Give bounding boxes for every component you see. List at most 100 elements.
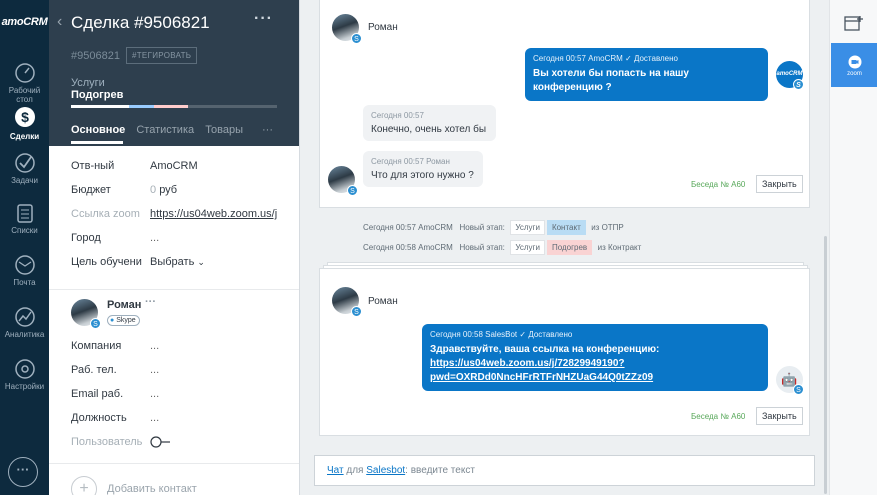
- add-contact-link[interactable]: Добавить контакт: [107, 483, 197, 495]
- zoom-link[interactable]: pwd=OXRDd0NncHFrRTFrNHZUaG44Q0tZZz09: [430, 372, 653, 383]
- mail-icon: [14, 255, 35, 275]
- field-responsible: Отв-ный AmoCRM: [71, 160, 281, 176]
- close-conversation-button[interactable]: Закрыть: [756, 407, 803, 425]
- incoming-message: Сегодня 00:57 Конечно, очень хотел бы: [363, 105, 496, 141]
- avatar[interactable]: S: [71, 299, 101, 329]
- tasks-icon: [14, 153, 35, 173]
- stage-progress-bar: [71, 105, 277, 108]
- outgoing-message: Сегодня 00:58 SalesBot ✓ Доставлено Здра…: [422, 324, 768, 391]
- nav-analytics[interactable]: Аналитика: [0, 306, 49, 358]
- tab-statistics[interactable]: Статистика: [136, 124, 194, 136]
- nav-deals[interactable]: $ Сделки: [0, 98, 49, 150]
- field-label: Город: [71, 232, 101, 244]
- user-toggle[interactable]: [150, 436, 278, 451]
- chat-username: Роман: [368, 296, 398, 307]
- field-value[interactable]: ...: [150, 232, 278, 244]
- add-contact-icon[interactable]: +: [71, 476, 97, 495]
- field-value[interactable]: ...: [150, 388, 278, 400]
- event-from: из ОТПР: [591, 223, 624, 232]
- nav-settings[interactable]: Настройки: [0, 358, 49, 410]
- divider: [49, 463, 299, 464]
- field-company: Компания ...: [71, 340, 281, 356]
- conversation-number[interactable]: Беседа № А60: [691, 180, 745, 189]
- lists-icon: [16, 204, 33, 223]
- contact-menu-icon[interactable]: ···: [145, 296, 156, 308]
- nav-mail[interactable]: Почта: [0, 254, 49, 306]
- field-label: Раб. тел.: [71, 364, 117, 376]
- stage-segment: [154, 105, 188, 108]
- chevron-down-icon: ⌄: [197, 257, 205, 267]
- field-label: Email раб.: [71, 388, 124, 400]
- stage-segment: [71, 105, 129, 108]
- pipeline-name[interactable]: Услуги: [71, 77, 105, 89]
- field-value[interactable]: ...: [150, 364, 278, 376]
- message-time: Сегодня 00:57 Роман: [371, 157, 450, 166]
- event-stage: Контакт: [546, 220, 586, 235]
- budget-currency: руб: [159, 184, 178, 196]
- stage-segment: [129, 105, 154, 108]
- chat-input[interactable]: Чат для Salesbot: введите текст: [314, 455, 815, 486]
- input-placeholder: : введите текст: [405, 465, 475, 476]
- message-text: Конечно, очень хотел бы: [371, 124, 487, 135]
- zoom-tab[interactable]: zoom: [831, 43, 877, 87]
- field-label: Бюджет: [71, 184, 111, 196]
- back-chevron-icon[interactable]: ‹: [57, 13, 62, 31]
- event-pipeline: Услуги: [510, 240, 545, 255]
- field-value[interactable]: ...: [150, 412, 278, 424]
- message-text: Вы хотели бы попасть на нашу конференцию…: [533, 68, 689, 93]
- field-value[interactable]: https://us04web.zoom.us/j: [150, 208, 278, 220]
- event-from: из Контракт: [597, 243, 642, 252]
- close-conversation-button[interactable]: Закрыть: [756, 175, 803, 193]
- chat-feed: S Роман Сегодня 00:57 AmoCRM ✓ Доставлен…: [299, 0, 829, 495]
- nav-dashboard[interactable]: Рабочий стол: [0, 46, 49, 104]
- skype-icon: S: [90, 318, 101, 329]
- skype-icon: ●: [110, 317, 115, 324]
- avatar: S: [332, 14, 362, 44]
- field-value[interactable]: 0 руб: [150, 184, 278, 196]
- deal-title[interactable]: Сделка #9506821: [71, 13, 210, 33]
- conversation-block: S Роман Сегодня 00:57 AmoCRM ✓ Доставлен…: [319, 0, 810, 208]
- conversation-number[interactable]: Беседа № А60: [691, 412, 745, 421]
- message-time: Сегодня 00:57 AmoCRM: [533, 54, 623, 63]
- field-label: Отв-ный: [71, 160, 115, 172]
- stage-name[interactable]: Подогрев: [71, 89, 123, 101]
- scrollbar[interactable]: [824, 236, 827, 494]
- deals-icon: $: [14, 107, 35, 127]
- toggle-icon: [150, 436, 170, 448]
- skype-icon: S: [347, 185, 358, 196]
- field-value[interactable]: AmoCRM: [150, 160, 278, 172]
- tab-main[interactable]: Основное: [71, 124, 125, 136]
- field-value[interactable]: Выбрать ⌄: [150, 256, 278, 268]
- outgoing-message: Сегодня 00:57 AmoCRM ✓ Доставлено Вы хот…: [525, 48, 768, 101]
- new-window-icon[interactable]: [844, 14, 864, 32]
- salesbot-avatar-icon: 🤖 S: [776, 366, 804, 395]
- nav-lists[interactable]: Списки: [0, 202, 49, 254]
- tab-products[interactable]: Товары: [205, 124, 243, 136]
- contact-name[interactable]: Роман: [107, 299, 141, 311]
- skype-tag: ● Skype: [107, 315, 140, 326]
- deal-number: #9506821: [71, 50, 120, 62]
- skype-icon: S: [793, 79, 804, 90]
- field-value[interactable]: ...: [150, 340, 278, 352]
- deal-menu-icon[interactable]: ···: [254, 10, 273, 28]
- recipient-link[interactable]: Salesbot: [366, 465, 405, 476]
- nav-tasks[interactable]: Задачи: [0, 150, 49, 202]
- message-text: Что для этого нужно ?: [371, 170, 474, 181]
- message-text: Здравствуйте, ваша ссылка на конференцию…: [430, 343, 760, 385]
- logo: amoCRM: [1, 16, 48, 28]
- field-label: Ссылка zoom: [71, 208, 140, 220]
- field-budget: Бюджет 0 руб: [71, 184, 281, 200]
- deal-card: ‹ Сделка #9506821 ··· #9506821 #ТЕГИРОВА…: [49, 0, 299, 495]
- field-work-email: Email раб. ...: [71, 388, 281, 404]
- zoom-link[interactable]: https://us04web.zoom.us/j/72829949190?: [430, 358, 625, 369]
- stage-change-event: Сегодня 00:58 AmoCRM Новый этап: Услуги П…: [363, 240, 641, 255]
- event-time: Сегодня 00:58 AmoCRM: [363, 243, 453, 252]
- chat-mode-link[interactable]: Чат: [327, 465, 344, 476]
- chat-icon[interactable]: ···: [8, 457, 38, 487]
- tag-button[interactable]: #ТЕГИРОВАТЬ: [126, 47, 198, 64]
- field-position: Должность ...: [71, 412, 281, 428]
- nav-label: Списки: [11, 226, 38, 235]
- stage-change-event: Сегодня 00:57 AmoCRM Новый этап: Услуги К…: [363, 220, 624, 235]
- card-tabs: Основное Статистика Товары ···: [71, 124, 281, 136]
- tabs-more-icon[interactable]: ···: [262, 124, 273, 136]
